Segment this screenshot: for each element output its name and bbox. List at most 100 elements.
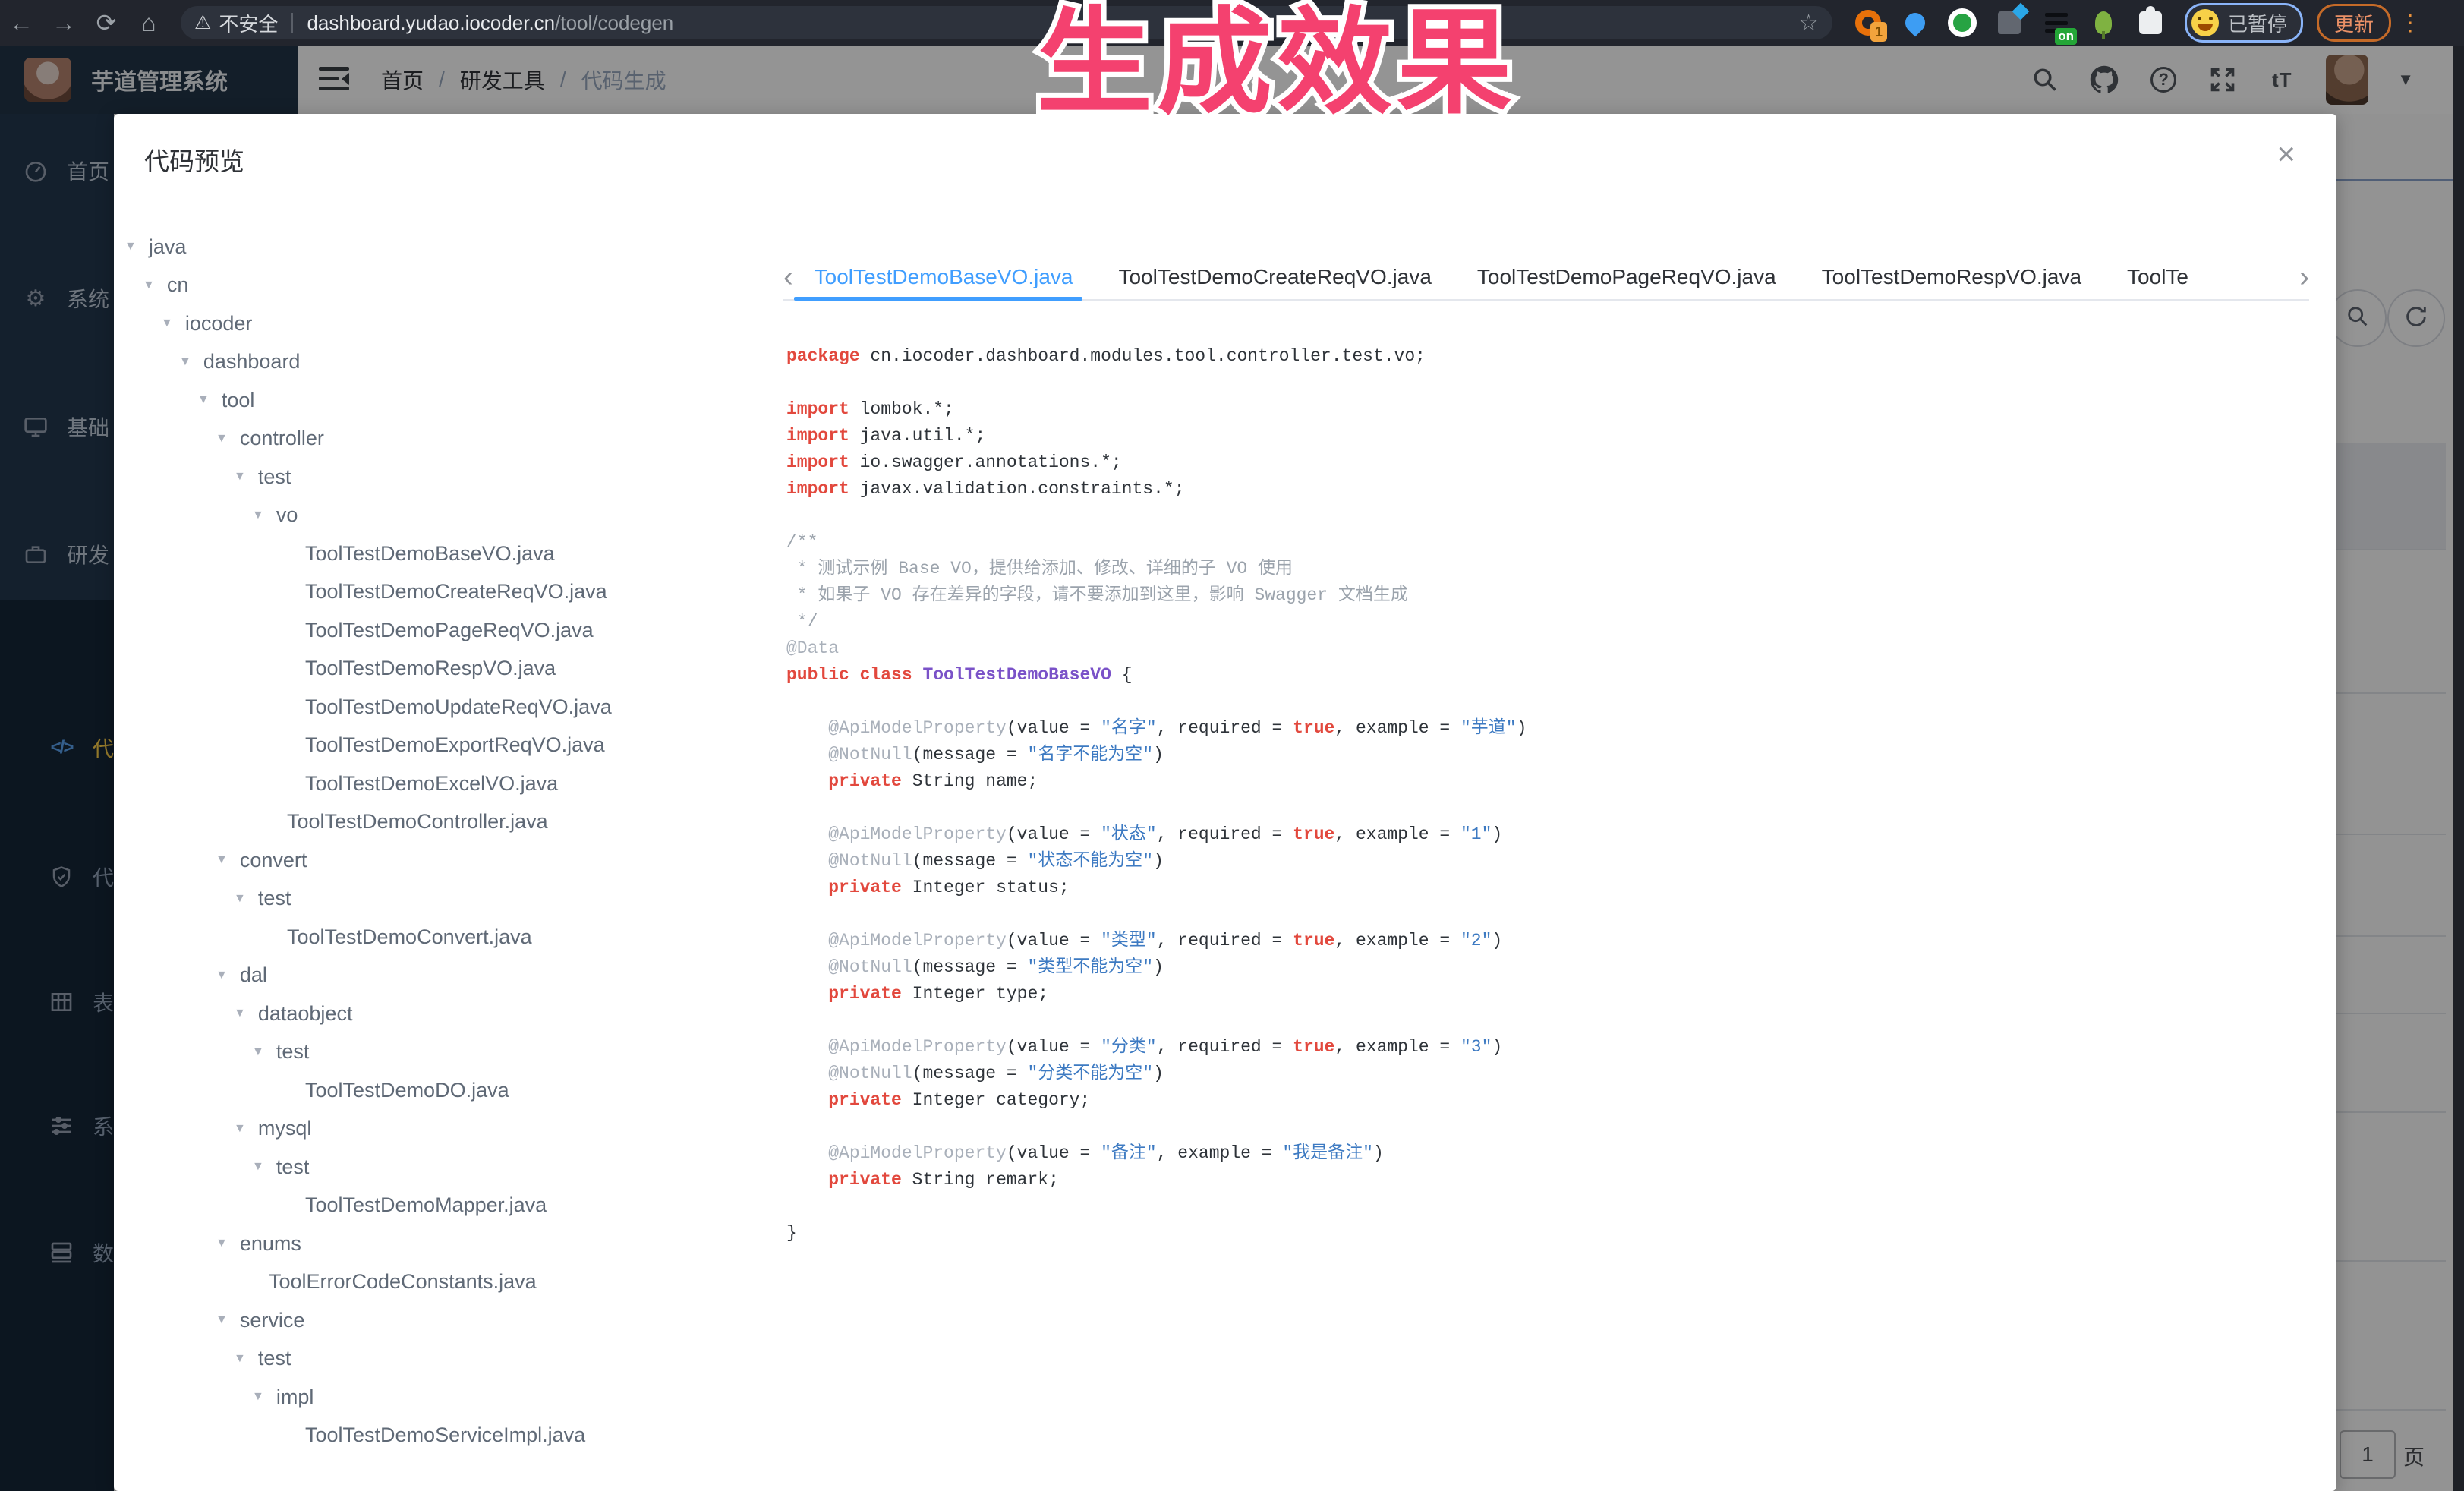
extension-pin-icon[interactable]	[1899, 7, 1931, 39]
tree-folder-item[interactable]: ▼mysql	[124, 1110, 853, 1149]
tree-expand-caret-icon[interactable]: ▼	[197, 393, 210, 407]
code-line: @NotNull(message = "名字不能为空")	[786, 742, 1527, 768]
forward-icon[interactable]: →	[43, 5, 85, 41]
file-tab-1[interactable]: ToolTestDemoCreateReqVO.java	[1118, 265, 1431, 289]
extension-green-circle-icon[interactable]	[1946, 7, 1978, 39]
url-path[interactable]: /tool/codegen	[555, 11, 673, 35]
tree-expand-caret-icon[interactable]: ▼	[216, 1313, 228, 1327]
file-tab-2[interactable]: ToolTestDemoPageReqVO.java	[1477, 265, 1776, 289]
tree-folder-item[interactable]: ▼test	[124, 1148, 853, 1187]
home-icon[interactable]: ⌂	[128, 5, 170, 41]
dialog-title: 代码预览	[144, 141, 244, 178]
tree-folder-item[interactable]: ▼ dataobject	[124, 995, 853, 1033]
tree-folder-item[interactable]: ▼test	[124, 880, 853, 919]
tree-expand-caret-icon[interactable]: ▼	[143, 279, 155, 292]
address-bar[interactable]: ⚠ 不安全 dashboard.yudao.iocoder.cn /tool/c…	[181, 6, 1832, 39]
url-host[interactable]: dashboard.yudao.iocoder.cn	[307, 11, 555, 35]
tree-folder-item[interactable]: ▼ service	[124, 1301, 853, 1340]
code-line: import javax.validation.constraints.*;	[786, 476, 1527, 503]
tree-file-item[interactable]: ToolTestDemoPageReqVO.java	[124, 611, 853, 650]
tree-item-label: service	[240, 1309, 305, 1332]
tree-expand-caret-icon[interactable]: ▼	[234, 1352, 246, 1366]
tree-item-label: ToolTestDemoCreateReqVO.java	[305, 580, 607, 604]
tree-file-item[interactable]: ToolTestDemoRespVO.java	[124, 650, 853, 689]
profile-paused-badge[interactable]: 已暂停	[2185, 3, 2303, 43]
tree-expand-caret-icon[interactable]: ▼	[161, 317, 173, 330]
file-tab-0[interactable]: ToolTestDemoBaseVO.java	[815, 265, 1073, 289]
tree-folder-item[interactable]: ▼ dashboard	[124, 343, 853, 382]
browser-menu-icon[interactable]: ⋮	[2399, 10, 2420, 36]
tree-expand-caret-icon[interactable]: ▼	[124, 240, 137, 254]
tree-folder-item[interactable]: ▼iocoder	[124, 304, 853, 343]
tree-item-label: dataobject	[258, 1002, 353, 1026]
security-label[interactable]: 不安全	[219, 9, 278, 37]
tree-expand-caret-icon[interactable]: ▼	[216, 853, 228, 867]
tree-expand-caret-icon[interactable]: ▼	[234, 1122, 246, 1136]
extension-list-icon[interactable]: on	[2040, 7, 2072, 39]
tree-folder-item[interactable]: ▼impl	[124, 1378, 853, 1417]
file-tab-3[interactable]: ToolTestDemoRespVO.java	[1822, 265, 2081, 289]
tree-item-label: dashboard	[203, 350, 301, 374]
tree-expand-caret-icon[interactable]: ▼	[216, 432, 228, 446]
tree-item-label: ToolErrorCodeConstants.java	[269, 1270, 537, 1294]
code-line	[786, 1193, 1527, 1220]
chrome-update-button[interactable]: 更新	[2317, 4, 2391, 42]
tree-folder-item[interactable]: ▼ vo	[124, 496, 853, 535]
tree-expand-caret-icon[interactable]: ▼	[234, 892, 246, 906]
tree-expand-caret-icon[interactable]: ▼	[234, 1007, 246, 1020]
tabs-next-icon[interactable]: ›	[2299, 263, 2309, 292]
tree-file-item[interactable]: ToolTestDemoUpdateReqVO.java	[124, 688, 853, 727]
tree-folder-item[interactable]: ▼enums	[124, 1225, 853, 1263]
tabs-prev-icon[interactable]: ‹	[783, 263, 793, 292]
tree-expand-caret-icon[interactable]: ▼	[252, 1390, 264, 1404]
tree-folder-item[interactable]: ▼convert	[124, 841, 853, 880]
tree-folder-item[interactable]: ▼java	[124, 228, 853, 266]
tree-expand-caret-icon[interactable]: ▼	[252, 1045, 264, 1059]
tree-item-label: controller	[240, 427, 324, 450]
page-scrollbar[interactable]	[2453, 46, 2464, 1491]
tree-folder-item[interactable]: ▼ controller	[124, 420, 853, 459]
tree-expand-caret-icon[interactable]: ▼	[216, 969, 228, 982]
tree-file-item[interactable]: ToolTestDemoExcelVO.java	[124, 764, 853, 803]
tree-file-item[interactable]: ToolTestDemoExportReqVO.java	[124, 727, 853, 765]
tree-folder-item[interactable]: ▼dal	[124, 957, 853, 995]
file-tab-4[interactable]: ToolTe	[2127, 265, 2189, 289]
tree-file-item[interactable]: ToolTestDemoServiceImpl.java	[124, 1417, 853, 1455]
tree-file-item[interactable]: ToolTestDemoMapper.java	[124, 1187, 853, 1225]
extension-seedling-icon[interactable]	[2087, 7, 2119, 39]
tree-expand-caret-icon[interactable]: ▼	[252, 1160, 264, 1174]
tree-item-label: vo	[276, 503, 298, 527]
extension-badge: 1	[1870, 22, 1887, 42]
tree-folder-item[interactable]: ▼cn	[124, 266, 853, 305]
tree-folder-item[interactable]: ▼tool	[124, 381, 853, 420]
tree-folder-item[interactable]: ▼test	[124, 1033, 853, 1072]
tree-file-item[interactable]: ToolTestDemoBaseVO.java	[124, 534, 853, 573]
extension-adblock-icon[interactable]: 1	[1852, 7, 1884, 39]
insecure-warning-icon[interactable]: ⚠	[194, 11, 211, 34]
extensions-puzzle-icon[interactable]	[2135, 7, 2166, 39]
tree-file-item[interactable]: ToolTestDemoCreateReqVO.java	[124, 573, 853, 612]
tree-item-label: ToolTestDemoExcelVO.java	[305, 772, 558, 796]
annotation-title: 生成效果	[1037, 0, 1517, 127]
omnibox-divider	[291, 13, 293, 33]
extension-grid-icon[interactable]	[1993, 7, 2025, 39]
tree-expand-caret-icon[interactable]: ▼	[252, 509, 264, 522]
tree-expand-caret-icon[interactable]: ▼	[179, 355, 191, 369]
tree-expand-caret-icon[interactable]: ▼	[234, 470, 246, 484]
file-tabs: ‹ ToolTestDemoBaseVO.java ToolTestDemoCre…	[783, 255, 2309, 299]
tree-expand-caret-icon[interactable]: ▼	[216, 1237, 228, 1250]
code-line: @NotNull(message = "状态不能为空")	[786, 848, 1527, 875]
tree-file-item[interactable]: ToolTestDemoConvert.java	[124, 918, 853, 957]
paused-label: 已暂停	[2228, 9, 2287, 37]
tree-file-item[interactable]: ToolTestDemoController.java	[124, 803, 853, 842]
tree-folder-item[interactable]: ▼test	[124, 458, 853, 496]
bookmark-star-icon[interactable]: ☆	[1798, 10, 1819, 36]
tree-file-item[interactable]: ToolErrorCodeConstants.java	[124, 1263, 853, 1302]
reload-icon[interactable]: ⟳	[85, 5, 128, 41]
close-icon[interactable]: ×	[2277, 138, 2295, 170]
tree-folder-item[interactable]: ▼test	[124, 1340, 853, 1379]
code-line: import java.util.*;	[786, 423, 1527, 449]
tree-file-item[interactable]: ToolTestDemoDO.java	[124, 1071, 853, 1110]
back-icon[interactable]: ←	[0, 5, 43, 41]
code-line: private String remark;	[786, 1167, 1527, 1193]
